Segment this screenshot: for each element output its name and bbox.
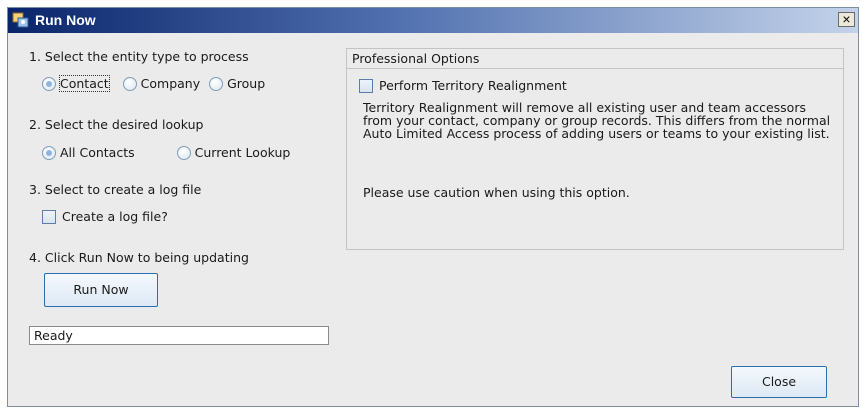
- radio-contact-label[interactable]: Contact: [59, 75, 110, 92]
- lookup-options: All Contacts Current Lookup: [42, 145, 290, 160]
- log-file-label: 3. Select to create a log file: [29, 182, 202, 197]
- territory-realignment-description: Territory Realignment will remove all ex…: [363, 100, 831, 141]
- lookup-label: 2. Select the desired lookup: [29, 117, 204, 132]
- create-log-checkbox[interactable]: [42, 209, 56, 224]
- entity-type-label: 1. Select the entity type to process: [29, 49, 249, 64]
- territory-realignment-checkbox[interactable]: [359, 78, 373, 93]
- professional-options-title: Professional Options: [347, 49, 843, 69]
- window-title: Run Now: [35, 12, 96, 28]
- radio-group-label[interactable]: Group: [227, 76, 265, 91]
- close-icon[interactable]: ×: [838, 12, 855, 27]
- run-now-button[interactable]: Run Now: [44, 273, 158, 307]
- radio-all-contacts[interactable]: [42, 145, 56, 160]
- radio-group[interactable]: [209, 76, 224, 91]
- radio-all-contacts-label[interactable]: All Contacts: [60, 145, 135, 160]
- title-bar[interactable]: Run Now ×: [8, 8, 858, 33]
- run-now-dialog: Run Now × 1. Select the entity type to p…: [7, 7, 859, 407]
- radio-current-lookup[interactable]: [176, 145, 191, 160]
- app-icon: [12, 12, 30, 29]
- close-button[interactable]: Close: [731, 366, 827, 398]
- entity-type-options: Contact Company Group: [42, 75, 265, 92]
- log-file-option: Create a log file?: [42, 209, 168, 224]
- territory-realignment-label[interactable]: Perform Territory Realignment: [379, 78, 567, 93]
- create-log-checkbox-label[interactable]: Create a log file?: [62, 209, 168, 224]
- professional-options-group: Professional Options Perform Territory R…: [346, 48, 844, 250]
- caution-text: Please use caution when using this optio…: [363, 185, 630, 200]
- status-field: Ready: [29, 326, 329, 345]
- territory-realignment-option: Perform Territory Realignment: [359, 78, 567, 93]
- radio-company[interactable]: [122, 76, 137, 91]
- radio-contact[interactable]: [42, 76, 56, 91]
- radio-company-label[interactable]: Company: [141, 76, 200, 91]
- run-step-label: 4. Click Run Now to being updating: [29, 250, 249, 265]
- radio-current-lookup-label[interactable]: Current Lookup: [195, 145, 291, 160]
